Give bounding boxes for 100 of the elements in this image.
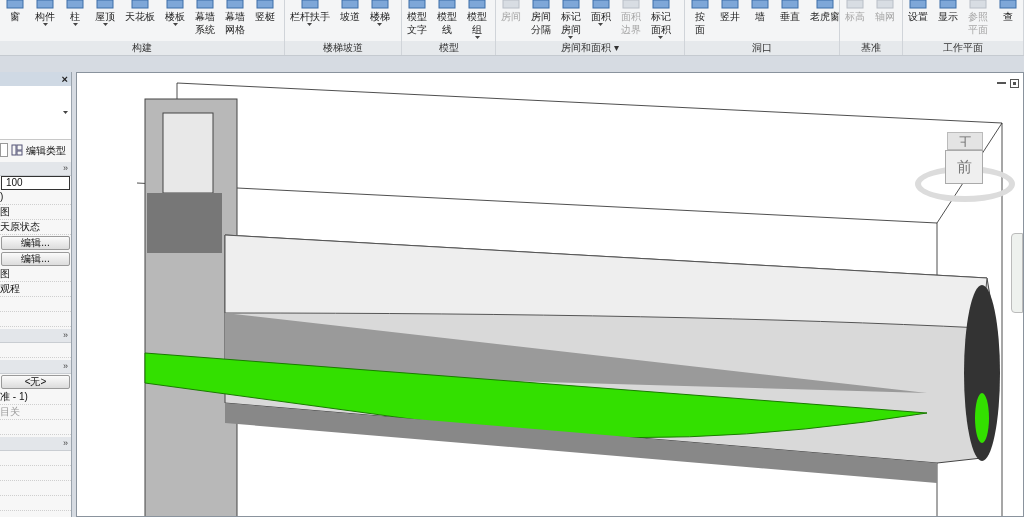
ribbon-button[interactable]: 幕墙 系统 xyxy=(190,0,220,40)
ribbon-button[interactable]: 标记 面积 xyxy=(645,0,676,40)
ribbon-button[interactable]: 垂直 xyxy=(775,0,806,40)
ribbon-button[interactable]: 老虎窗 xyxy=(805,0,840,40)
button-label: 天花板 xyxy=(125,10,155,23)
ribbon-button[interactable]: 查 xyxy=(993,0,1023,40)
filter-dropdown[interactable] xyxy=(0,143,8,157)
button-label: 构件 xyxy=(35,10,55,23)
tool-icon xyxy=(5,0,25,10)
button-label: 组 xyxy=(472,23,483,36)
tool-icon xyxy=(299,0,320,10)
tool-icon xyxy=(437,0,458,10)
cube-top-face: 上 xyxy=(947,132,983,150)
group-label: 房间和面积 ▾ xyxy=(495,41,685,55)
button-label: 标记 xyxy=(650,10,671,23)
ribbon-button[interactable]: 设置 xyxy=(903,0,933,40)
button-label: 房间 xyxy=(500,10,521,23)
button-label: 栏杆扶手 xyxy=(289,10,330,23)
ribbon-button[interactable]: 窗 xyxy=(0,0,30,40)
tool-icon xyxy=(560,0,581,10)
tool-icon xyxy=(875,0,896,10)
group-label: 洞口 xyxy=(685,41,840,55)
dropdown-caret-icon xyxy=(63,111,68,114)
edit-type-button[interactable]: 编辑类型 xyxy=(26,142,66,158)
button-label: 垂直 xyxy=(780,10,801,23)
ribbon-button[interactable]: 面积 xyxy=(585,0,616,40)
ribbon-button[interactable]: 竖梃 xyxy=(250,0,280,40)
button-label: 面积 xyxy=(650,23,671,36)
edit-button[interactable]: <无> xyxy=(1,375,70,389)
button-label: 模型 xyxy=(467,10,488,23)
property-value: ) xyxy=(0,190,71,205)
section-header[interactable]: » xyxy=(0,162,71,176)
ribbon-button[interactable]: 楼板 xyxy=(160,0,190,40)
tool-icon xyxy=(65,0,85,10)
button-label: 模型 xyxy=(437,10,458,23)
button-label: 线 xyxy=(442,23,453,36)
ribbon-button[interactable]: 构件 xyxy=(30,0,60,40)
ribbon-button[interactable]: 标记 房间 xyxy=(555,0,586,40)
section-header[interactable]: » xyxy=(0,360,71,374)
button-label: 边界 xyxy=(620,23,641,36)
ribbon-button[interactable]: 显示 xyxy=(933,0,963,40)
property-value: 观程 xyxy=(0,282,71,297)
3d-viewport[interactable]: 上 前 xyxy=(76,72,1024,517)
ribbon-button[interactable]: 楼梯 xyxy=(364,0,395,40)
button-label: 显示 xyxy=(938,10,958,23)
view-cube[interactable]: 上 前 xyxy=(915,128,1015,208)
ribbon-button[interactable]: 栏杆扶手 xyxy=(284,0,335,40)
button-label: 分隔 xyxy=(530,23,551,36)
button-label: 面积 xyxy=(620,10,641,23)
ribbon-button[interactable]: 柱 xyxy=(60,0,90,40)
tool-icon xyxy=(225,0,245,10)
button-label: 竖井 xyxy=(720,10,741,23)
ribbon-button[interactable]: 墙 xyxy=(745,0,776,40)
tool-icon xyxy=(35,0,55,10)
tool-icon xyxy=(690,0,711,10)
button-label: 设置 xyxy=(908,10,928,23)
section-header[interactable]: » xyxy=(0,437,71,451)
button-label: 查 xyxy=(1003,10,1013,23)
button-label: 墙 xyxy=(755,10,766,23)
section-header[interactable]: » xyxy=(0,329,71,343)
property-value: 图 xyxy=(0,205,71,220)
ribbon-button[interactable]: 天花板 xyxy=(120,0,160,40)
ribbon-button[interactable]: 房间 分隔 xyxy=(525,0,556,40)
tool-icon xyxy=(650,0,671,10)
button-label: 模型 xyxy=(407,10,428,23)
close-button[interactable]: × xyxy=(61,73,68,85)
group-label: 楼梯坡道 xyxy=(284,41,402,55)
tool-icon xyxy=(530,0,551,10)
restore-icon[interactable] xyxy=(1010,79,1019,88)
group-label: 基准 xyxy=(840,41,902,55)
tool-icon xyxy=(95,0,115,10)
edit-button[interactable]: 编辑... xyxy=(1,236,70,250)
minimize-icon[interactable] xyxy=(997,82,1006,85)
group-label: 工作平面 xyxy=(903,41,1023,55)
ribbon-button[interactable]: 模型 文字 xyxy=(402,0,433,40)
ribbon-button[interactable]: 屋顶 xyxy=(90,0,120,40)
ribbon-button[interactable]: 坡道 xyxy=(334,0,365,40)
property-value: 图 xyxy=(0,267,71,282)
tool-icon xyxy=(255,0,275,10)
ribbon-button[interactable]: 竖井 xyxy=(715,0,746,40)
tool-icon xyxy=(500,0,521,10)
ribbon-button[interactable]: 幕墙 网格 xyxy=(220,0,250,40)
button-label: 轴网 xyxy=(875,10,896,23)
ribbon-button[interactable]: 模型 组 xyxy=(462,0,493,40)
value-field[interactable]: 100 xyxy=(1,176,70,190)
tool-icon xyxy=(908,0,928,10)
button-label: 楼梯 xyxy=(369,10,390,23)
tool-icon xyxy=(339,0,360,10)
button-label: 参照 xyxy=(968,10,988,23)
tool-icon xyxy=(407,0,428,10)
tool-icon xyxy=(195,0,215,10)
button-label: 房间 xyxy=(530,10,551,23)
button-label: 面 xyxy=(695,23,706,36)
tool-icon xyxy=(165,0,185,10)
edit-button[interactable]: 编辑... xyxy=(1,252,70,266)
ribbon-button[interactable]: 按 面 xyxy=(685,0,716,40)
ribbon-button[interactable]: 模型 线 xyxy=(432,0,463,40)
property-value: 目关 xyxy=(0,405,71,420)
button-label: 坡道 xyxy=(339,10,360,23)
tool-icon xyxy=(780,0,801,10)
